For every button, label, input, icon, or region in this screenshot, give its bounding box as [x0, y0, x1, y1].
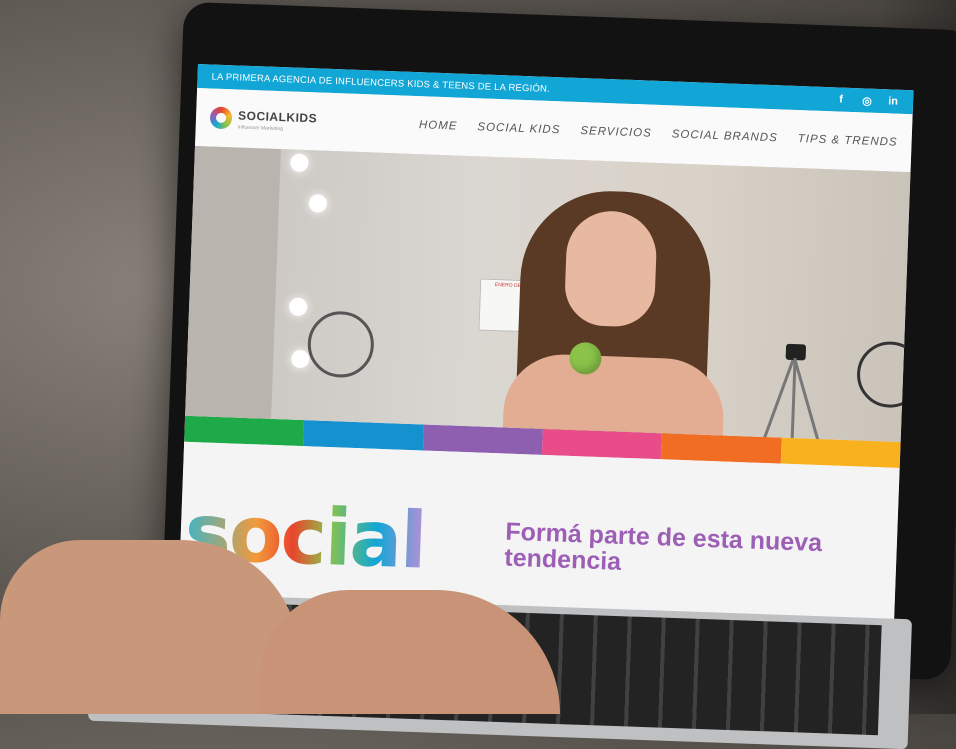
nav-social-kids[interactable]: SOCIAL KIDS — [477, 121, 560, 136]
round-mirror — [306, 310, 376, 379]
person-body — [502, 352, 726, 443]
instagram-icon[interactable]: ◎ — [861, 94, 873, 107]
hero-photo: ENERO DE 2022 — [185, 145, 911, 443]
site-logo[interactable]: SOCIALKIDS Influencer Marketing — [209, 105, 318, 133]
logo-subtitle: Influencer Marketing — [237, 124, 284, 133]
tripod-leg — [760, 359, 795, 443]
nav-home[interactable]: HOME — [419, 119, 458, 132]
nav-social-brands[interactable]: SOCIAL BRANDS — [672, 128, 778, 144]
social-icons: f ◎ in — [835, 93, 899, 108]
vanity-bulb — [308, 194, 328, 213]
nav-servicios[interactable]: SERVICIOS — [580, 125, 652, 140]
logo-mark-icon — [209, 106, 233, 130]
person-face — [563, 209, 658, 328]
left-hand — [0, 540, 300, 714]
main-nav: HOME SOCIAL KIDS SERVICIOS SOCIAL BRANDS… — [419, 119, 898, 149]
vanity-bulb — [290, 153, 309, 173]
facebook-icon[interactable]: f — [835, 93, 847, 106]
intro-tagline: Formá parte de esta nueva tendencia — [503, 517, 823, 576]
tripod-leg — [793, 359, 822, 443]
hero-wall — [185, 145, 281, 419]
vanity-bulb — [290, 349, 310, 369]
nav-tips-trends[interactable]: TIPS & TRENDS — [798, 133, 898, 149]
vanity-bulb — [288, 297, 308, 317]
linkedin-icon[interactable]: in — [887, 95, 899, 108]
laptop-screen: LA PRIMERA AGENCIA DE INFLUENCERS KIDS &… — [177, 64, 914, 650]
logo-text: SOCIALKIDS — [237, 108, 318, 126]
